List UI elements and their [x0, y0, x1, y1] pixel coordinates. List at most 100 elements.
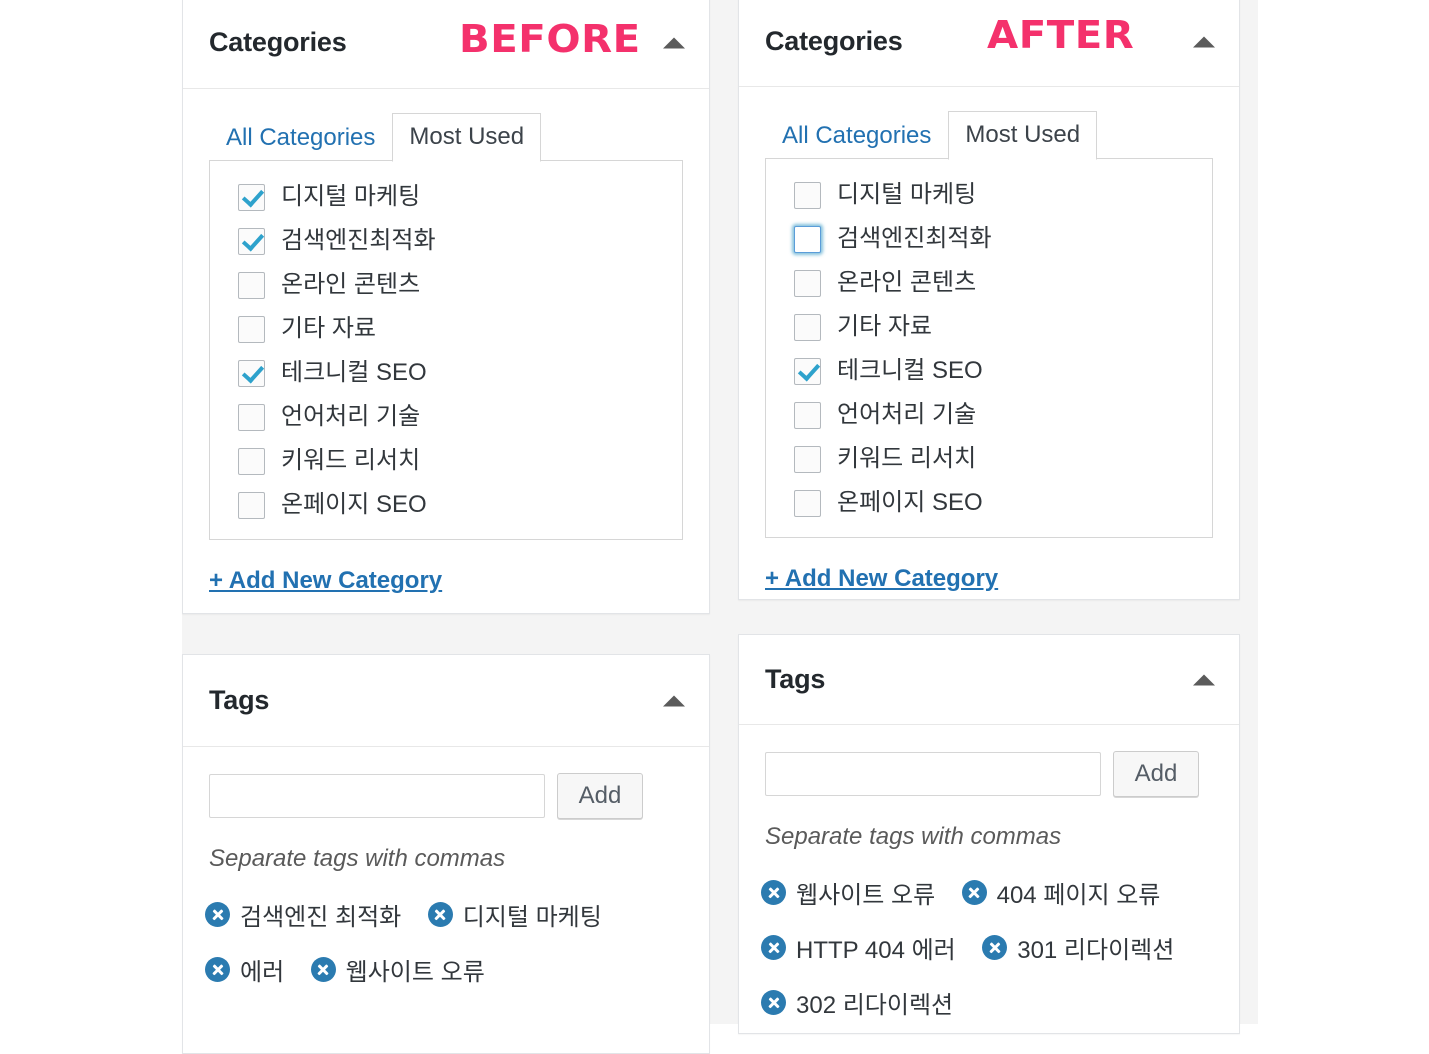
- after-categories-collapse-icon[interactable]: [1193, 36, 1215, 47]
- checkbox-icon[interactable]: [238, 227, 265, 255]
- after-category-tabs: All Categories Most Used: [739, 111, 1239, 160]
- category-item[interactable]: 디지털 마케팅: [766, 173, 1212, 217]
- tag-chip[interactable]: HTTP 404 에러: [761, 930, 956, 965]
- remove-tag-icon[interactable]: [205, 902, 230, 927]
- tag-chip[interactable]: 302 리다이렉션: [761, 985, 953, 1020]
- remove-tag-icon[interactable]: [982, 935, 1008, 960]
- before-stamp: BEFORE: [459, 17, 641, 61]
- checkbox-icon[interactable]: [238, 447, 265, 475]
- category-item[interactable]: 테크니컬 SEO: [210, 351, 682, 395]
- remove-tag-icon[interactable]: [761, 990, 786, 1015]
- tag-label: 디지털 마케팅: [462, 904, 602, 931]
- category-item[interactable]: 기타 자료: [766, 305, 1212, 349]
- category-item[interactable]: 온라인 콘텐츠: [766, 261, 1212, 305]
- after-tag-hint: Separate tags with commas: [765, 823, 1062, 850]
- before-category-list: 디지털 마케팅 검색엔진최적화 온라인 콘텐츠 기타 자료 테크니컬 SEO 언…: [209, 160, 683, 540]
- add-tag-button[interactable]: Add: [1113, 751, 1199, 797]
- checkbox-icon[interactable]: [238, 403, 265, 431]
- remove-tag-icon[interactable]: [761, 935, 786, 960]
- category-item[interactable]: 온페이지 SEO: [766, 481, 1212, 525]
- before-tags-title: Tags: [209, 685, 270, 715]
- remove-tag-icon[interactable]: [961, 880, 987, 905]
- tab-all-categories[interactable]: All Categories: [765, 112, 948, 160]
- after-tags-collapse-icon[interactable]: [1193, 674, 1215, 685]
- tab-all-categories[interactable]: All Categories: [209, 114, 392, 162]
- remove-tag-icon[interactable]: [427, 902, 453, 927]
- after-category-list: 디지털 마케팅 검색엔진최적화 온라인 콘텐츠 기타 자료 테크니컬 SEO 언…: [765, 158, 1213, 538]
- checkbox-icon[interactable]: [238, 183, 265, 211]
- before-category-tabs: All Categories Most Used: [183, 113, 709, 162]
- before-categories-header: Categories BEFORE: [183, 0, 709, 89]
- category-label: 키워드 리서치: [837, 445, 977, 472]
- tag-input[interactable]: [209, 774, 545, 818]
- category-label: 검색엔진최적화: [837, 225, 992, 252]
- tag-input[interactable]: [765, 752, 1101, 796]
- before-categories-collapse-icon[interactable]: [663, 37, 685, 48]
- category-item[interactable]: 온라인 콘텐츠: [210, 263, 682, 307]
- category-label: 테크니컬 SEO: [281, 359, 427, 386]
- before-categories-title: Categories: [209, 27, 347, 57]
- tag-chip[interactable]: 404 페이지 오류: [961, 875, 1160, 910]
- checkbox-icon[interactable]: [794, 445, 821, 473]
- add-new-category-link[interactable]: + Add New Category: [765, 565, 998, 593]
- before-tag-input-row: Add: [183, 747, 709, 819]
- checkbox-icon[interactable]: [794, 357, 821, 385]
- tag-label: 웹사이트 오류: [345, 959, 485, 986]
- category-item[interactable]: 키워드 리서치: [766, 437, 1212, 481]
- remove-tag-icon[interactable]: [761, 880, 786, 905]
- after-tags-header: Tags: [739, 635, 1239, 725]
- category-label: 언어처리 기술: [281, 403, 421, 430]
- checkbox-icon[interactable]: [794, 489, 821, 517]
- before-tags-body: Add Separate tags with commas 검색엔진 최적화 디…: [183, 747, 709, 1007]
- category-item[interactable]: 디지털 마케팅: [210, 175, 682, 219]
- category-item[interactable]: 검색엔진최적화: [210, 219, 682, 263]
- checkbox-icon[interactable]: [238, 315, 265, 343]
- tab-most-used[interactable]: Most Used: [392, 113, 542, 162]
- category-item[interactable]: 온페이지 SEO: [210, 483, 682, 527]
- checkbox-icon[interactable]: [238, 359, 265, 387]
- after-tags-title: Tags: [765, 664, 826, 694]
- checkbox-icon[interactable]: [794, 401, 821, 429]
- category-item[interactable]: 검색엔진최적화: [766, 217, 1212, 261]
- checkbox-icon[interactable]: [238, 491, 265, 519]
- checkbox-icon[interactable]: [794, 313, 821, 341]
- before-tags-metabox: Tags Add Separate tags with commas 검색엔진 …: [182, 654, 710, 1054]
- tag-chip[interactable]: 웹사이트 오류: [310, 952, 485, 987]
- category-label: 키워드 리서치: [281, 447, 421, 474]
- category-label: 기타 자료: [837, 313, 932, 340]
- tag-chip[interactable]: 301 리다이렉션: [982, 930, 1174, 965]
- category-item[interactable]: 언어처리 기술: [210, 395, 682, 439]
- add-new-category-link[interactable]: + Add New Category: [209, 567, 442, 595]
- category-item[interactable]: 테크니컬 SEO: [766, 349, 1212, 393]
- tag-label: 302 리다이렉션: [796, 992, 954, 1019]
- tab-most-used[interactable]: Most Used: [948, 111, 1098, 160]
- remove-tag-icon[interactable]: [310, 957, 336, 982]
- after-tags-body: Add Separate tags with commas 웹사이트 오류 40…: [739, 725, 1239, 1040]
- before-tags-collapse-icon[interactable]: [663, 695, 685, 706]
- remove-tag-icon[interactable]: [205, 957, 230, 982]
- tag-chip[interactable]: 디지털 마케팅: [427, 897, 602, 932]
- after-tag-list: 웹사이트 오류 404 페이지 오류 HTTP 404 에러 301 리다이렉션…: [761, 875, 1239, 1040]
- tag-label: 검색엔진 최적화: [240, 904, 402, 931]
- after-categories-header: Categories AFTER: [739, 0, 1239, 87]
- before-categories-metabox: Categories BEFORE All Categories Most Us…: [182, 0, 710, 614]
- after-categories-body: All Categories Most Used 디지털 마케팅 검색엔진최적화…: [739, 111, 1239, 593]
- checkbox-icon[interactable]: [238, 271, 265, 299]
- category-label: 온라인 콘텐츠: [281, 271, 421, 298]
- tag-chip[interactable]: 검색엔진 최적화: [205, 897, 401, 932]
- category-item[interactable]: 기타 자료: [210, 307, 682, 351]
- checkbox-icon-focused[interactable]: [794, 225, 821, 253]
- before-tag-list: 검색엔진 최적화 디지털 마케팅 에러 웹사이트 오류: [205, 897, 709, 1007]
- category-item[interactable]: 키워드 리서치: [210, 439, 682, 483]
- category-label: 온라인 콘텐츠: [837, 269, 977, 296]
- category-label: 디지털 마케팅: [281, 183, 421, 210]
- category-label: 테크니컬 SEO: [837, 357, 983, 384]
- checkbox-icon[interactable]: [794, 181, 821, 209]
- after-stamp: AFTER: [987, 13, 1135, 57]
- category-item[interactable]: 언어처리 기술: [766, 393, 1212, 437]
- tag-chip[interactable]: 웹사이트 오류: [761, 875, 935, 910]
- tag-chip[interactable]: 에러: [205, 952, 284, 987]
- after-tags-metabox: Tags Add Separate tags with commas 웹사이트 …: [738, 634, 1240, 1034]
- add-tag-button[interactable]: Add: [557, 773, 643, 819]
- checkbox-icon[interactable]: [794, 269, 821, 297]
